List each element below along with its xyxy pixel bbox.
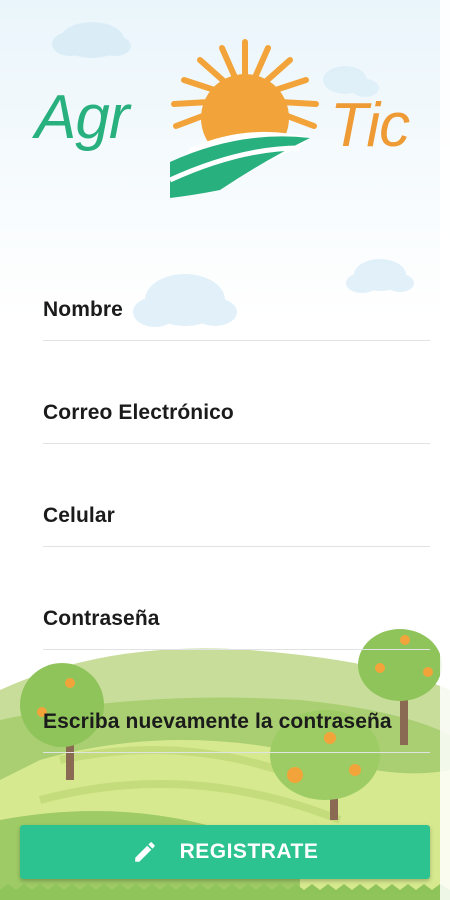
register-button[interactable]: REGISTRATE <box>20 825 430 879</box>
name-field[interactable]: Nombre <box>43 280 430 341</box>
phone-field[interactable]: Celular <box>43 486 430 547</box>
confirm-password-label: Escriba nuevamente la contraseña <box>43 710 392 733</box>
logo-text-right: Tic <box>330 91 410 160</box>
phone-label: Celular <box>43 504 115 527</box>
password-label: Contraseña <box>43 607 160 630</box>
register-button-label: REGISTRATE <box>179 840 319 863</box>
email-field[interactable]: Correo Electrónico <box>43 383 430 444</box>
app-logo: Agr Tic <box>0 20 450 200</box>
pencil-icon <box>132 839 158 865</box>
logo-text-left: Agr <box>35 83 129 152</box>
confirm-password-field[interactable]: Escriba nuevamente la contraseña <box>43 692 430 753</box>
email-label: Correo Electrónico <box>43 401 234 424</box>
sun-field-icon <box>168 39 319 198</box>
password-field[interactable]: Contraseña <box>43 589 430 650</box>
name-label: Nombre <box>43 298 123 321</box>
